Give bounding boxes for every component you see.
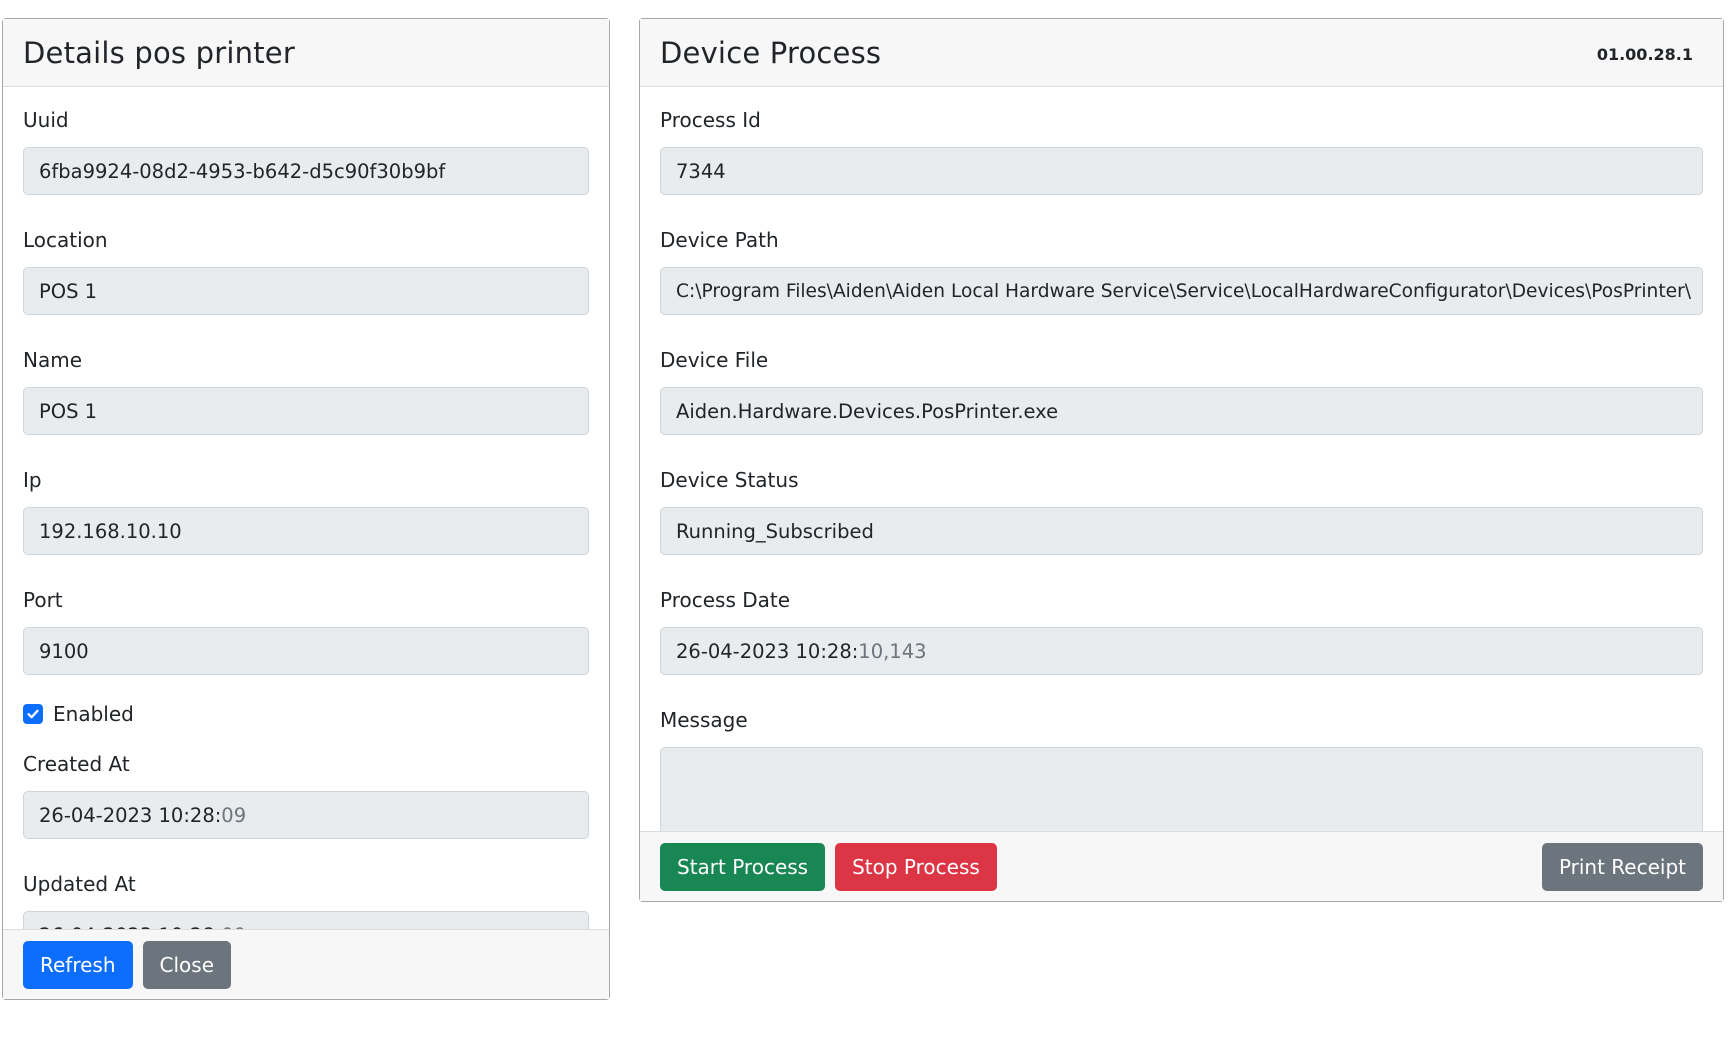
device-path-value: C:\Program Files\Aiden\Aiden Local Hardw… [676, 280, 1691, 302]
updated-at-label: Updated At [23, 872, 136, 896]
process-date-value: 26-04-2023 10:28: [676, 639, 859, 663]
device-status-label: Device Status [660, 468, 799, 492]
enabled-row: Enabled [23, 699, 589, 729]
port-input[interactable]: 9100 [23, 627, 589, 675]
name-value: POS 1 [39, 399, 98, 423]
start-process-button[interactable]: Start Process [660, 842, 826, 891]
created-at-field-group: Created At 26-04-2023 10:28: 09 [23, 749, 589, 839]
ip-label: Ip [23, 468, 42, 492]
location-input[interactable]: POS 1 [23, 267, 589, 315]
created-at-seconds: 09 [221, 803, 247, 827]
process-id-input[interactable]: 7344 [660, 147, 1703, 195]
card-title: Device Process [660, 35, 882, 70]
card-body: Process Id 7344 Device Path C:\Program F… [640, 87, 1723, 855]
check-icon [27, 709, 39, 719]
ip-input[interactable]: 192.168.10.10 [23, 507, 589, 555]
device-status-input[interactable]: Running_Subscribed [660, 507, 1703, 555]
close-button[interactable]: Close [142, 940, 232, 989]
device-file-input[interactable]: Aiden.Hardware.Devices.PosPrinter.exe [660, 387, 1703, 435]
card-body: Uuid 6fba9924-08d2-4953-b642-d5c90f30b9b… [3, 87, 609, 959]
ip-field-group: Ip 192.168.10.10 [23, 465, 589, 555]
device-file-field-group: Device File Aiden.Hardware.Devices.PosPr… [660, 345, 1703, 435]
print-receipt-button[interactable]: Print Receipt [1541, 842, 1703, 891]
process-id-label: Process Id [660, 108, 761, 132]
name-label: Name [23, 348, 83, 372]
device-status-value: Running_Subscribed [676, 519, 874, 543]
process-id-field-group: Process Id 7344 [660, 105, 1703, 195]
device-path-input[interactable]: C:\Program Files\Aiden\Aiden Local Hardw… [660, 267, 1703, 315]
port-field-group: Port 9100 [23, 585, 589, 675]
uuid-input[interactable]: 6fba9924-08d2-4953-b642-d5c90f30b9bf [23, 147, 589, 195]
pos-printer-details-card: Details pos printer Uuid 6fba9924-08d2-4… [2, 18, 610, 1000]
name-field-group: Name POS 1 [23, 345, 589, 435]
location-value: POS 1 [39, 279, 98, 303]
enabled-label: Enabled [53, 702, 134, 726]
version-label: 01.00.28.1 [1596, 45, 1693, 64]
enabled-checkbox[interactable] [23, 704, 43, 724]
stop-process-button[interactable]: Stop Process [835, 842, 997, 891]
message-label: Message [660, 708, 748, 732]
card-title: Details pos printer [23, 35, 295, 70]
location-field-group: Location POS 1 [23, 225, 589, 315]
device-path-field-group: Device Path C:\Program Files\Aiden\Aiden… [660, 225, 1703, 315]
device-file-label: Device File [660, 348, 769, 372]
port-label: Port [23, 588, 63, 612]
device-process-card: Device Process 01.00.28.1 Process Id 734… [639, 18, 1724, 902]
uuid-field-group: Uuid 6fba9924-08d2-4953-b642-d5c90f30b9b… [23, 105, 589, 195]
created-at-label: Created At [23, 752, 130, 776]
port-value: 9100 [39, 639, 89, 663]
ip-value: 192.168.10.10 [39, 519, 182, 543]
created-at-value: 26-04-2023 10:28: [39, 803, 222, 827]
process-date-field-group: Process Date 26-04-2023 10:28: 10,143 [660, 585, 1703, 675]
uuid-label: Uuid [23, 108, 69, 132]
card-footer: Start Process Stop Process Print Receipt [640, 831, 1723, 901]
created-at-input[interactable]: 26-04-2023 10:28: 09 [23, 791, 589, 839]
name-input[interactable]: POS 1 [23, 387, 589, 435]
process-id-value: 7344 [676, 159, 726, 183]
refresh-button[interactable]: Refresh [23, 940, 133, 989]
device-path-label: Device Path [660, 228, 779, 252]
device-status-field-group: Device Status Running_Subscribed [660, 465, 1703, 555]
process-date-input[interactable]: 26-04-2023 10:28: 10,143 [660, 627, 1703, 675]
card-footer: Refresh Close [3, 929, 609, 999]
process-date-label: Process Date [660, 588, 791, 612]
uuid-value: 6fba9924-08d2-4953-b642-d5c90f30b9bf [39, 159, 446, 183]
process-date-seconds: 10,143 [858, 639, 927, 663]
device-file-value: Aiden.Hardware.Devices.PosPrinter.exe [676, 399, 1059, 423]
card-header: Details pos printer [3, 19, 609, 87]
card-header: Device Process 01.00.28.1 [640, 19, 1723, 87]
location-label: Location [23, 228, 108, 252]
